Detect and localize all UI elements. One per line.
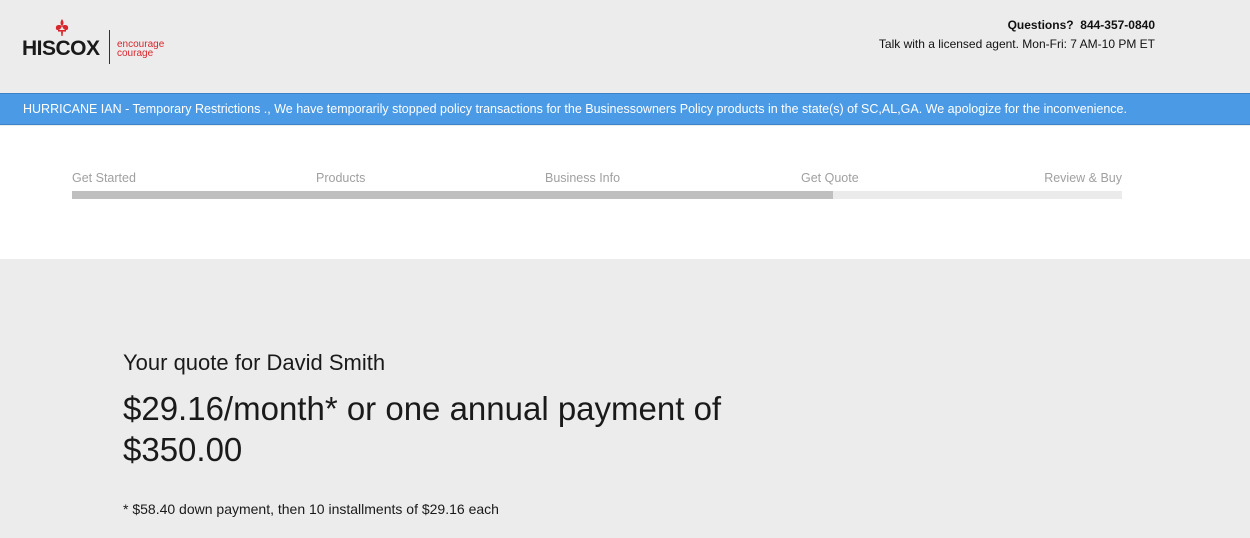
alert-banner: HURRICANE IAN - Temporary Restrictions .… (0, 93, 1250, 125)
step-get-quote: Get Quote (801, 171, 859, 185)
logo-divider (109, 30, 110, 64)
progress-bar (72, 191, 1122, 199)
logo-wordmark: HISCOX (22, 37, 100, 60)
progress-section: Get Started Products Business Info Get Q… (0, 126, 1250, 259)
step-business-info: Business Info (545, 171, 621, 185)
logo-tagline: encourage courage (117, 40, 164, 59)
progress-bar-fill (72, 191, 834, 199)
step-review-buy: Review & Buy (1044, 171, 1122, 185)
alert-text: HURRICANE IAN - Temporary Restrictions .… (23, 102, 1127, 116)
contact-hours: Talk with a licensed agent. Mon-Fri: 7 A… (878, 37, 1155, 51)
contact-phone[interactable]: 844-357-0840 (1080, 18, 1155, 32)
fleur-de-lis-icon (55, 19, 69, 36)
quote-payment-note: * $58.40 down payment, then 10 installme… (123, 501, 499, 517)
progress-steps: Get Started Products Business Info Get Q… (72, 171, 1122, 187)
quote-summary: Your quote for David Smith $29.16/month*… (123, 350, 823, 517)
logo-tagline-line-2: courage (117, 48, 154, 59)
quote-title: Your quote for David Smith (123, 350, 386, 375)
contact-phone-line: Questions? 844-357-0840 (879, 18, 1155, 32)
step-get-started: Get Started (72, 171, 136, 185)
step-products: Products (316, 171, 366, 185)
site-header: HISCOX encourage courage Questions? 844-… (0, 0, 1250, 93)
quote-price: $29.16/month* or one annual payment of $… (123, 390, 722, 468)
contact-info: Questions? 844-357-0840 Talk with a lice… (879, 18, 1155, 51)
contact-label: Questions? (1007, 18, 1074, 32)
hiscox-logo[interactable]: HISCOX encourage courage (22, 18, 192, 68)
